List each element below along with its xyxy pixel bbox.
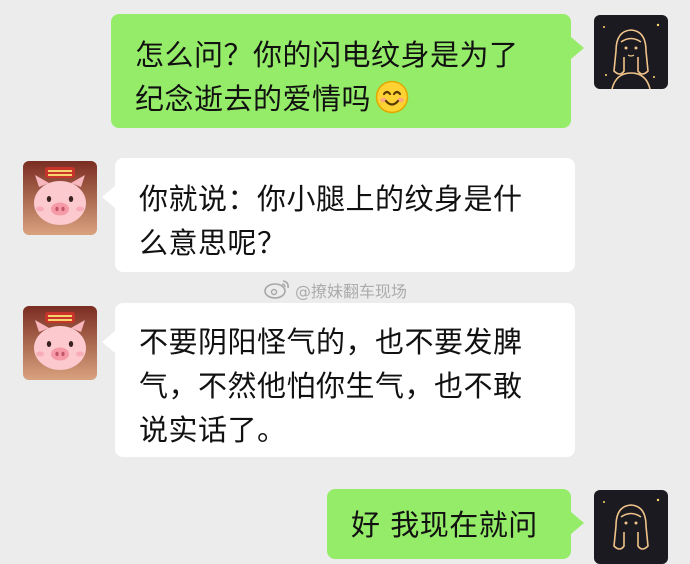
pig-character-avatar[interactable] — [23, 306, 97, 380]
received-message-bubble[interactable]: 你就说：你小腿上的纹身是什么意思呢？ — [115, 158, 575, 272]
received-message-bubble[interactable]: 不要阴阳怪气的，也不要发脾气，不然他怕你生气，也不敢说实话了。 — [115, 303, 575, 457]
received-bubble-tail — [102, 331, 115, 353]
sent-bubble-tail — [571, 37, 584, 59]
watermark: @撩妹翻车现场 — [263, 277, 407, 303]
pig-character-avatar[interactable] — [23, 161, 97, 235]
smiling-face-emoji — [375, 80, 409, 118]
sent-message-bubble[interactable]: 怎么问？你的闪电纹身是为了纪念逝去的爱情吗 — [111, 14, 571, 128]
sent-message-bubble[interactable]: 好 我现在就问 — [327, 489, 571, 559]
line-drawing-girl-avatar[interactable] — [594, 15, 668, 89]
received-bubble-tail — [102, 186, 115, 208]
watermark-text: @撩妹翻车现场 — [295, 282, 408, 301]
message-text: 好 我现在就问 — [351, 508, 538, 542]
message-text: 怎么问？你的闪电纹身是为了纪念逝去的爱情吗 — [135, 38, 519, 116]
weibo-logo-icon — [263, 277, 291, 303]
line-drawing-girl-avatar[interactable] — [594, 490, 668, 564]
sent-bubble-tail — [571, 512, 584, 534]
message-text: 不要阴阳怪气的，也不要发脾气，不然他怕你生气，也不敢说实话了。 — [139, 325, 523, 447]
message-text: 你就说：你小腿上的纹身是什么意思呢？ — [139, 182, 523, 260]
